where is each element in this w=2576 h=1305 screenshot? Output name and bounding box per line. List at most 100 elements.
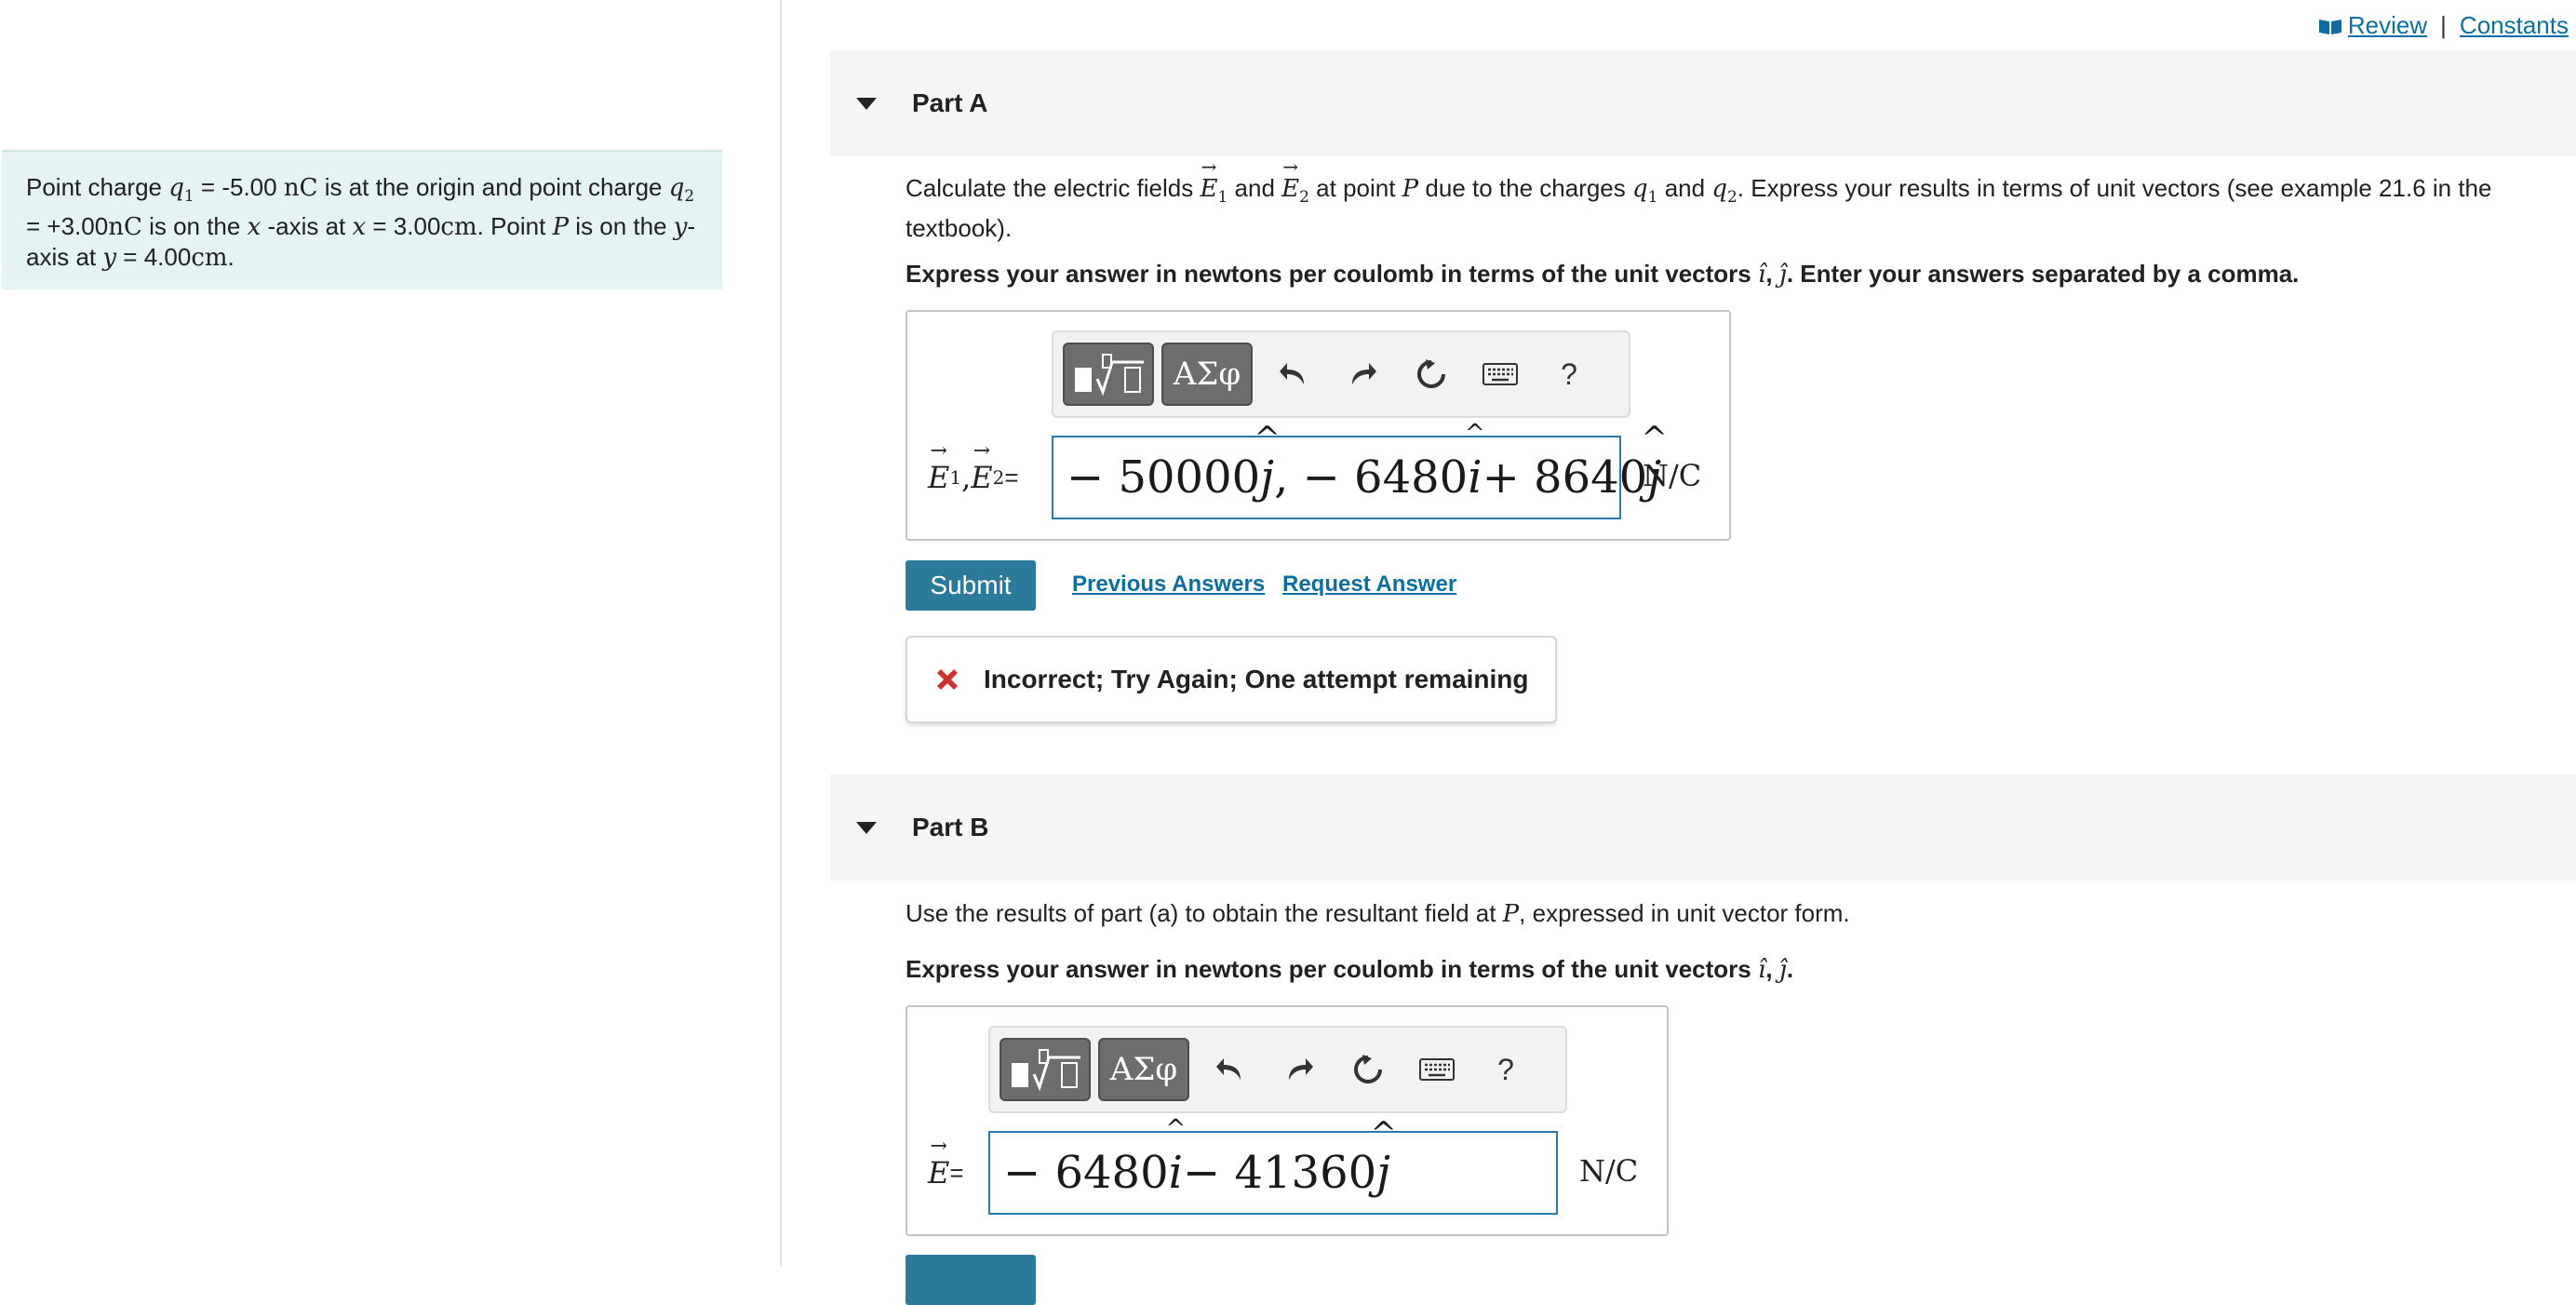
question-text: Calculate the electric fields (906, 174, 1201, 202)
constants-link[interactable]: Constants (2460, 11, 2569, 40)
answer-term: + 8640 (1482, 451, 1648, 504)
unit-nc: nC (283, 174, 318, 202)
part-b-title: Part B (912, 813, 989, 841)
e-symbol: E (971, 460, 993, 495)
x-symbol: x (247, 213, 262, 242)
instruction-text: . (1786, 955, 1794, 983)
templates-icon[interactable] (1000, 1038, 1091, 1101)
j-symbol: j (1260, 451, 1275, 504)
unit-label: N/C (1579, 1153, 1639, 1189)
i-symbol: i (1468, 451, 1483, 504)
part-a-answer-input[interactable]: − 50000 ^ j, − 6480 ^ i + 8640 ^ j (1052, 420, 1668, 519)
answer-term: − 41360 (1183, 1147, 1377, 1199)
e1-vector: → E (928, 439, 950, 495)
left-panel: Point charge q1 = -5.00 nC is at the ori… (0, 0, 782, 1266)
i-hat-term: ^ i (1165, 1115, 1187, 1199)
problem-text: -axis at (261, 212, 353, 241)
part-b-answer-input[interactable]: − 6480 ^ i − 41360 ^ j (988, 1115, 1558, 1215)
unit-nc: nC (108, 213, 142, 242)
question-text: and (1228, 174, 1282, 202)
submit-button[interactable]: Submit (906, 560, 1036, 611)
answer-term: − 50000 (1067, 451, 1261, 504)
problem-text: = 3.00 (366, 212, 441, 241)
review-link[interactable]: Review (2348, 11, 2427, 40)
templates-icon (1012, 1049, 1080, 1092)
q-symbol: q (1711, 175, 1727, 203)
problem-text: . Point (476, 212, 553, 241)
reset-icon[interactable] (1344, 1042, 1392, 1097)
instruction-text: , (1765, 955, 1779, 983)
feedback-box: Incorrect; Try Again; One attempt remain… (906, 636, 1557, 723)
question-text: , expressed in unit vector form. (1519, 899, 1850, 927)
link-separator: | (2440, 11, 2447, 39)
math-toolbar: ΑΣφ ? (1052, 330, 1630, 418)
j-hat-term: ^ j (1254, 420, 1281, 504)
error-x-icon (937, 669, 958, 690)
e-symbol: E (928, 460, 950, 495)
subscript-2: 2 (992, 466, 1005, 489)
instruction-text: Express your answer in newtons per coulo… (906, 955, 1758, 983)
redo-icon[interactable] (1338, 346, 1387, 402)
part-b-question: Use the results of part (a) to obtain th… (906, 898, 2525, 930)
templates-icon[interactable] (1063, 343, 1154, 406)
problem-text: is on the (141, 212, 248, 241)
collapse-caret-icon[interactable] (856, 821, 877, 834)
problem-text: is at the origin and point charge (317, 173, 669, 201)
equals-sign: = (949, 1158, 964, 1187)
j-hat-symbol: ĵ (1778, 261, 1787, 289)
help-button[interactable]: ? (1482, 1042, 1530, 1097)
answer-term: , − 6480 (1274, 451, 1469, 504)
p-symbol: P (552, 213, 570, 242)
part-a-title: Part A (912, 88, 988, 117)
problem-text: = 4.00 (116, 243, 192, 272)
question-text: at point (1308, 174, 1402, 202)
greek-symbols-button[interactable]: ΑΣφ (1098, 1038, 1189, 1101)
q2-subscript: 2 (684, 187, 695, 207)
request-answer-link[interactable]: Request Answer (1282, 572, 1456, 598)
j-hat-term: ^ j (1370, 1115, 1397, 1199)
undo-icon[interactable] (1206, 1042, 1254, 1097)
redo-icon[interactable] (1275, 1042, 1323, 1097)
equals-sign: = (1004, 463, 1019, 491)
book-icon (2318, 19, 2341, 34)
q1-subscript: 1 (183, 187, 195, 207)
problem-text: = -5.00 (194, 173, 284, 201)
part-b-header[interactable]: Part B (830, 774, 2576, 881)
question-text: and (1657, 174, 1712, 202)
answer-term: − 6480 (1003, 1147, 1169, 1199)
reset-icon[interactable] (1407, 346, 1456, 402)
unit-label: N/C (1643, 458, 1702, 493)
problem-statement: Point charge q1 = -5.00 nC is at the ori… (2, 150, 722, 289)
part-a-instructions: Express your answer in newtons per coulo… (906, 259, 2525, 290)
collapse-caret-icon[interactable] (856, 97, 877, 110)
problem-text: = +3.00 (26, 212, 109, 241)
part-b-instructions: Express your answer in newtons per coulo… (906, 954, 2525, 986)
submit-button[interactable] (906, 1255, 1036, 1305)
part-a-question: Calculate the electric fields → E1 and → E… (906, 155, 2525, 244)
previous-answers-link[interactable]: Previous Answers (1072, 572, 1265, 598)
problem-text: is on the (569, 212, 674, 241)
y-symbol: y (673, 213, 688, 242)
question-text: due to the charges (1418, 174, 1632, 202)
e-symbol: E (928, 1155, 950, 1191)
subscript-2: 2 (1726, 188, 1737, 208)
undo-icon[interactable] (1269, 346, 1318, 402)
subscript-1: 1 (1217, 188, 1228, 208)
greek-symbols-button[interactable]: ΑΣφ (1161, 343, 1253, 406)
i-hat-term: ^ i (1464, 420, 1485, 504)
question-text: Use the results of part (a) to obtain th… (906, 899, 1503, 927)
e2-vector: → E (971, 439, 993, 495)
x-symbol: x (352, 213, 367, 242)
subscript-1: 1 (949, 466, 962, 489)
part-a-answer-box: ΑΣφ ? → E 1, → E 2 = − 50000 ^ j, − 6480 ^ i + 8… (906, 310, 1731, 541)
e2-vector: → E (1281, 155, 1300, 203)
templates-icon (1075, 354, 1144, 397)
part-a-header[interactable]: Part A (830, 50, 2576, 156)
keyboard-icon[interactable] (1413, 1042, 1461, 1097)
instruction-text: . Enter your answers separated by a comm… (1786, 260, 2300, 288)
j-symbol: j (1376, 1147, 1391, 1199)
instruction-text: Express your answer in newtons per coulo… (906, 260, 1758, 288)
subscript-2: 2 (1299, 188, 1309, 208)
keyboard-icon[interactable] (1476, 346, 1524, 402)
help-button[interactable]: ? (1545, 346, 1593, 402)
